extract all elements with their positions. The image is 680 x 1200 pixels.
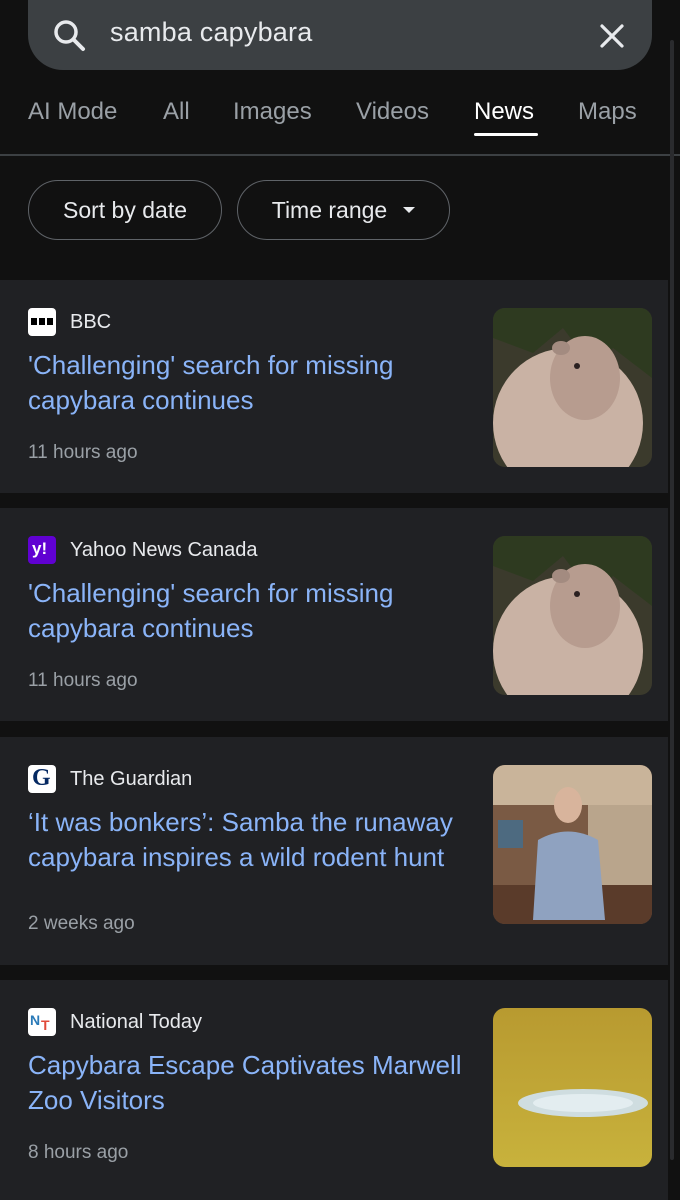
dropdown-caret-icon [403, 207, 416, 213]
tab-news[interactable]: News [474, 98, 534, 126]
tab-maps[interactable]: Maps [578, 98, 637, 126]
result-thumbnail[interactable] [493, 1008, 652, 1167]
yahoo-favicon: y! [28, 536, 56, 564]
news-result-card[interactable]: G The Guardian ‘It was bonkers’: Samba t… [0, 737, 668, 965]
scrollbar[interactable] [670, 40, 674, 1160]
result-headline[interactable]: 'Challenging' search for missing capybar… [28, 576, 468, 646]
time-range-chip[interactable]: Time range [237, 180, 450, 240]
result-headline[interactable]: Capybara Escape Captivates Marwell Zoo V… [28, 1048, 468, 1118]
result-timestamp: 2 weeks ago [28, 913, 135, 934]
result-source: G The Guardian [28, 765, 192, 793]
source-name: BBC [70, 310, 112, 333]
tab-images[interactable]: Images [233, 98, 312, 126]
search-tabs: AI Mode All Images Videos News Maps [0, 80, 680, 156]
result-headline[interactable]: 'Challenging' search for missing capybar… [28, 348, 468, 418]
result-timestamp: 11 hours ago [28, 442, 138, 463]
search-bar[interactable]: samba capybara [28, 0, 652, 70]
result-headline[interactable]: ‘It was bonkers’: Samba the runaway capy… [28, 805, 468, 875]
clear-search-icon[interactable] [594, 18, 630, 54]
result-source: y! Yahoo News Canada [28, 536, 258, 564]
tab-ai-mode[interactable]: AI Mode [28, 98, 117, 126]
news-result-card[interactable]: BBC 'Challenging' search for missing cap… [0, 280, 668, 493]
result-timestamp: 8 hours ago [28, 1142, 129, 1163]
source-name: The Guardian [70, 767, 193, 790]
result-thumbnail[interactable] [493, 308, 652, 467]
result-timestamp: 11 hours ago [28, 670, 138, 691]
result-thumbnail[interactable] [493, 536, 652, 695]
guardian-favicon: G [28, 765, 56, 793]
result-source: BBC [28, 308, 111, 336]
filter-chips: Sort by date Time range [0, 156, 680, 266]
result-thumbnail[interactable] [493, 765, 652, 924]
tab-videos[interactable]: Videos [356, 98, 429, 126]
search-icon[interactable] [50, 16, 90, 56]
active-tab-indicator [474, 133, 538, 136]
sort-by-date-label: Sort by date [62, 196, 188, 223]
tab-all[interactable]: All [163, 98, 190, 126]
news-result-card[interactable]: N T National Today Capybara Escape Capti… [0, 980, 668, 1200]
national-today-favicon: N T [28, 1008, 56, 1036]
source-name: Yahoo News Canada [70, 538, 258, 561]
news-result-card[interactable]: y! Yahoo News Canada 'Challenging' searc… [0, 508, 668, 721]
search-input[interactable]: samba capybara [110, 17, 312, 48]
source-name: National Today [70, 1010, 202, 1033]
time-range-label: Time range [271, 196, 388, 223]
bbc-favicon [28, 308, 56, 336]
sort-by-date-chip[interactable]: Sort by date [28, 180, 222, 240]
result-source: N T National Today [28, 1008, 202, 1036]
